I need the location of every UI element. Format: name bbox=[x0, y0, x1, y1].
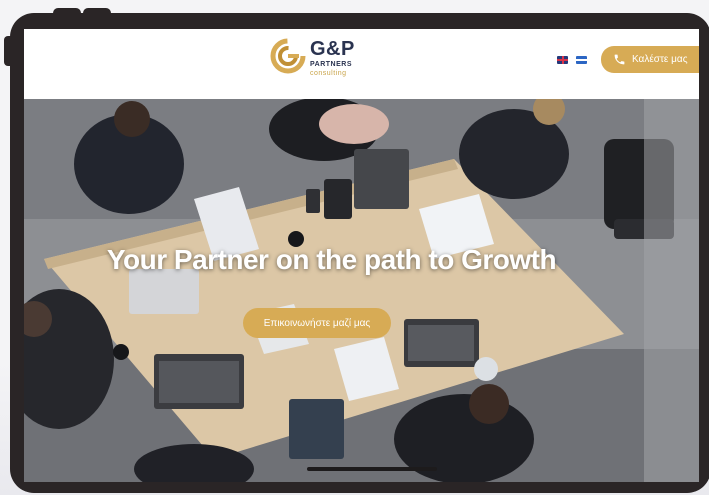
brand-logo[interactable]: G&P PARTNERS consulting bbox=[270, 36, 380, 84]
greek-flag-icon[interactable] bbox=[576, 56, 587, 64]
hero-title: Your Partner on the path to Growth bbox=[106, 244, 557, 275]
tablet-screen: G&P PARTNERS consulting Καλέστε μας Your… bbox=[24, 29, 699, 482]
brand-name: G&P bbox=[310, 38, 355, 60]
brand-line-2: PARTNERS bbox=[310, 61, 352, 68]
site-header: G&P PARTNERS consulting Καλέστε μας bbox=[24, 29, 699, 99]
meeting-photo bbox=[24, 99, 699, 482]
home-indicator[interactable] bbox=[307, 467, 437, 471]
phone-icon bbox=[614, 54, 625, 65]
gp-logo-mark-icon bbox=[270, 38, 306, 74]
contact-us-button[interactable]: Επικοινωνήστε μαζί μας bbox=[243, 308, 391, 338]
english-flag-icon[interactable] bbox=[557, 56, 568, 64]
call-us-label: Καλέστε μας bbox=[632, 54, 688, 65]
hero-section: Your Partner on the path to Growth Επικο… bbox=[24, 99, 699, 482]
call-us-button[interactable]: Καλέστε μας bbox=[601, 46, 699, 73]
brand-line-3: consulting bbox=[310, 70, 347, 77]
